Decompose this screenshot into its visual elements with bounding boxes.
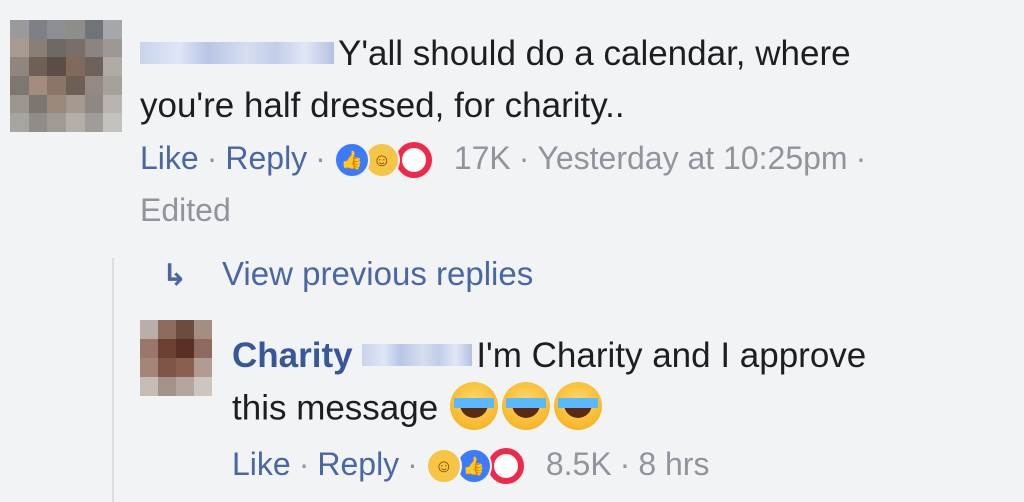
reply-reaction-summary[interactable]: ☺ 👍 (425, 444, 536, 484)
reply-text-line-1: I'm Charity and I approve (476, 336, 867, 375)
separator: · (619, 446, 631, 482)
reply-button[interactable]: Reply (225, 140, 307, 176)
tears-of-joy-icon (501, 382, 550, 430)
comment-text-line-2: you're half dressed, for charity.. (140, 86, 625, 125)
reply-author-avatar[interactable] (140, 320, 212, 396)
reply-timestamp[interactable]: 8 hrs (638, 446, 709, 482)
reaction-summary[interactable]: 👍 ☺ (333, 138, 444, 178)
separator: · (407, 446, 418, 482)
main-comment: Y'all should do a calendar, where you're… (140, 28, 1000, 236)
reply-author-name[interactable]: Charity (232, 336, 353, 375)
comment-text-line-1: Y'all should do a calendar, where (338, 34, 851, 73)
separator: · (315, 140, 326, 176)
like-icon: 👍 (333, 141, 370, 178)
like-button[interactable]: Like (140, 140, 199, 176)
blurred-author-surname[interactable] (362, 343, 473, 366)
comment-body: Y'all should do a calendar, where you're… (140, 28, 1000, 132)
reply-reaction-count[interactable]: 8.5K (546, 446, 612, 482)
view-previous-replies-label[interactable]: View previous replies (222, 255, 533, 292)
reply-thread-line (112, 258, 114, 502)
comment-timestamp[interactable]: Yesterday at 10:25pm (537, 140, 847, 176)
haha-icon: ☺ (425, 447, 462, 484)
commenter-avatar[interactable] (10, 20, 122, 132)
reply-comment: Charity I'm Charity and I approve this m… (232, 330, 1002, 490)
reply-reply-button[interactable]: Reply (317, 446, 399, 482)
reply-like-button[interactable]: Like (232, 446, 291, 482)
reply-arrow-icon: ↳ (162, 259, 188, 292)
reaction-count[interactable]: 17K (454, 140, 511, 176)
separator: · (298, 446, 310, 482)
reply-text-line-2: this message (232, 388, 439, 428)
tears-of-joy-icon (449, 382, 498, 430)
tears-of-joy-icon (553, 382, 602, 430)
separator: · (855, 140, 867, 176)
wow-icon (395, 141, 432, 178)
comment-actions: Like · Reply · 👍 ☺ 17K · Yesterday at 10:25pm… (140, 132, 1000, 236)
separator: · (518, 140, 530, 176)
view-previous-replies[interactable]: ↳ View previous replies (162, 250, 533, 300)
edited-label[interactable]: Edited (140, 192, 231, 228)
blurred-author-name[interactable] (140, 41, 334, 64)
wow-icon (487, 447, 524, 484)
separator: · (206, 140, 218, 176)
reply-body: Charity I'm Charity and I approve this m… (232, 330, 1002, 438)
reply-actions: Like · Reply · ☺ 👍 8.5K · 8 hrs (232, 438, 1002, 490)
